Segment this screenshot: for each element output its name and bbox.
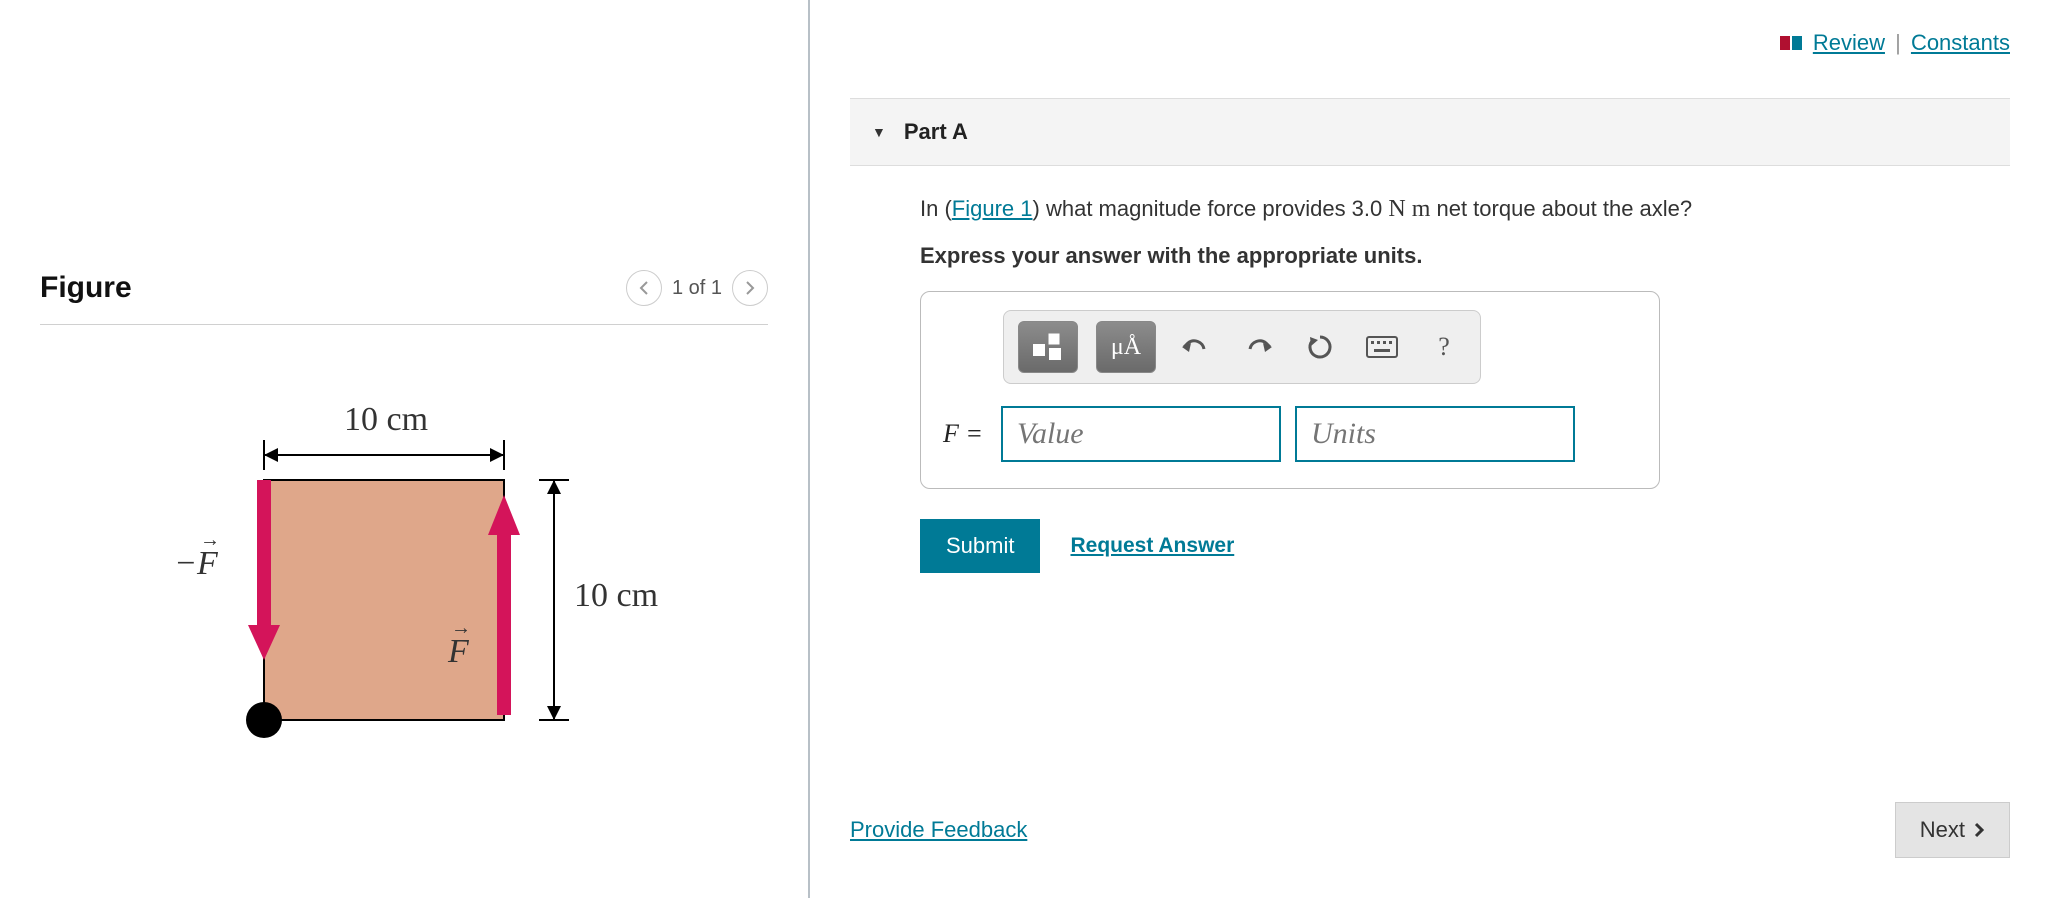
reset-icon (1306, 333, 1334, 361)
figure-prev-button[interactable] (626, 270, 662, 306)
value-input[interactable] (1001, 406, 1281, 462)
figure-diagram: 10 cm 10 cm −F→ F→ (104, 385, 704, 885)
units-input[interactable] (1295, 406, 1575, 462)
answer-instructions: Express your answer with the appropriate… (920, 243, 2010, 269)
dim-top-label: 10 cm (344, 401, 428, 439)
chevron-right-icon (1973, 822, 1985, 838)
figure-title: Figure (40, 271, 132, 305)
keyboard-icon (1366, 336, 1398, 358)
answer-toolbar: μÅ ? (1003, 310, 1481, 384)
figure-ref-link[interactable]: Figure 1 (952, 196, 1033, 221)
chevron-right-icon (744, 280, 756, 296)
part-label: Part A (904, 119, 968, 145)
templates-icon (1031, 332, 1065, 362)
force-positive-label: F→ (448, 633, 469, 671)
top-links: Review | Constants (850, 30, 2010, 58)
undo-icon (1182, 335, 1210, 359)
figure-pager: 1 of 1 (626, 270, 768, 306)
help-label: ? (1438, 332, 1450, 362)
next-button[interactable]: Next (1895, 802, 2010, 858)
collapse-icon: ▼ (872, 124, 886, 140)
review-link[interactable]: Review (1813, 30, 1885, 55)
link-separator: | (1895, 30, 1901, 55)
submit-button[interactable]: Submit (920, 519, 1040, 573)
chevron-left-icon (638, 280, 650, 296)
request-answer-link[interactable]: Request Answer (1070, 534, 1234, 558)
units-button[interactable]: μÅ (1096, 321, 1156, 373)
figure-next-button[interactable] (732, 270, 768, 306)
templates-button[interactable] (1018, 321, 1078, 373)
redo-icon (1244, 335, 1272, 359)
constants-link[interactable]: Constants (1911, 30, 2010, 55)
keyboard-button[interactable] (1360, 325, 1404, 369)
help-button[interactable]: ? (1422, 325, 1466, 369)
book-icon (1779, 32, 1803, 58)
provide-feedback-link[interactable]: Provide Feedback (850, 817, 1027, 843)
reset-button[interactable] (1298, 325, 1342, 369)
units-button-label: μÅ (1111, 334, 1141, 361)
question-text: In (Figure 1) what magnitude force provi… (920, 196, 2010, 223)
part-header[interactable]: ▼ Part A (850, 98, 2010, 166)
figure-panel: Figure 1 of 1 (0, 0, 810, 898)
answer-box: μÅ ? (920, 291, 1660, 489)
next-label: Next (1920, 817, 1965, 843)
question-panel: Review | Constants ▼ Part A In (Figure 1… (810, 0, 2050, 898)
answer-prefix: F = (943, 419, 983, 449)
figure-pager-label: 1 of 1 (672, 277, 722, 300)
redo-button[interactable] (1236, 325, 1280, 369)
undo-button[interactable] (1174, 325, 1218, 369)
force-negative-label: −F→ (174, 545, 218, 583)
dim-right-label: 10 cm (574, 577, 658, 615)
